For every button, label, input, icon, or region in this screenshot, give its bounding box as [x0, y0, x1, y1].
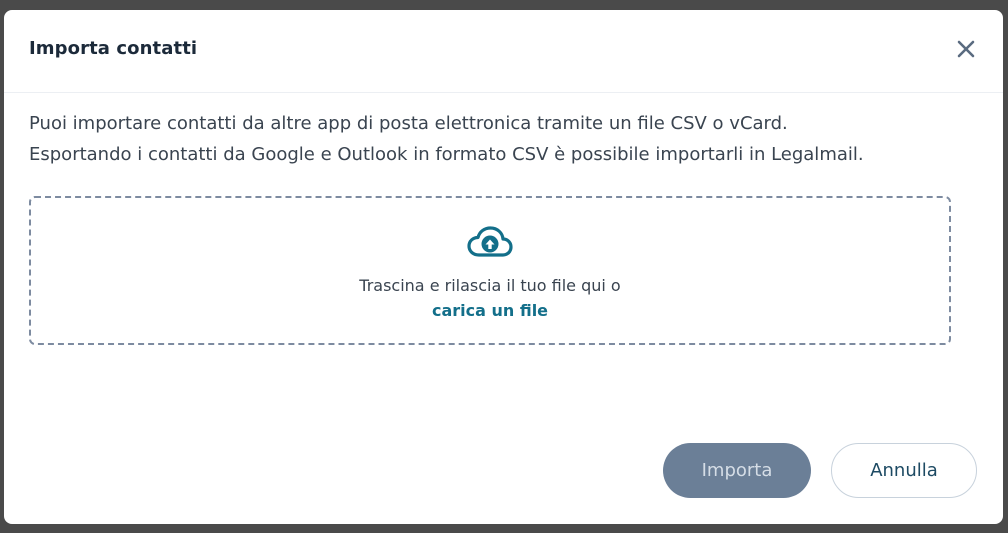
import-contacts-dialog: Importa contatti Puoi importare contatti… [4, 10, 1003, 524]
description-line-1: Puoi importare contatti da altre app di … [29, 113, 788, 134]
dialog-title: Importa contatti [29, 38, 198, 59]
dropzone-instructions: Trascina e rilascia il tuo file qui o [359, 276, 621, 295]
cancel-button[interactable]: Annulla [831, 443, 977, 498]
close-icon [957, 40, 975, 58]
cloud-upload-icon [467, 226, 513, 257]
close-button[interactable] [955, 38, 977, 60]
import-button[interactable]: Importa [663, 443, 811, 498]
file-dropzone[interactable]: Trascina e rilascia il tuo file qui o ca… [29, 196, 951, 345]
upload-file-link[interactable]: carica un file [31, 301, 949, 320]
description-line-2: Esportando i contatti da Google e Outloo… [29, 144, 864, 165]
dialog-description: Puoi importare contatti da altre app di … [29, 108, 864, 170]
dialog-header: Importa contatti [4, 10, 1003, 93]
